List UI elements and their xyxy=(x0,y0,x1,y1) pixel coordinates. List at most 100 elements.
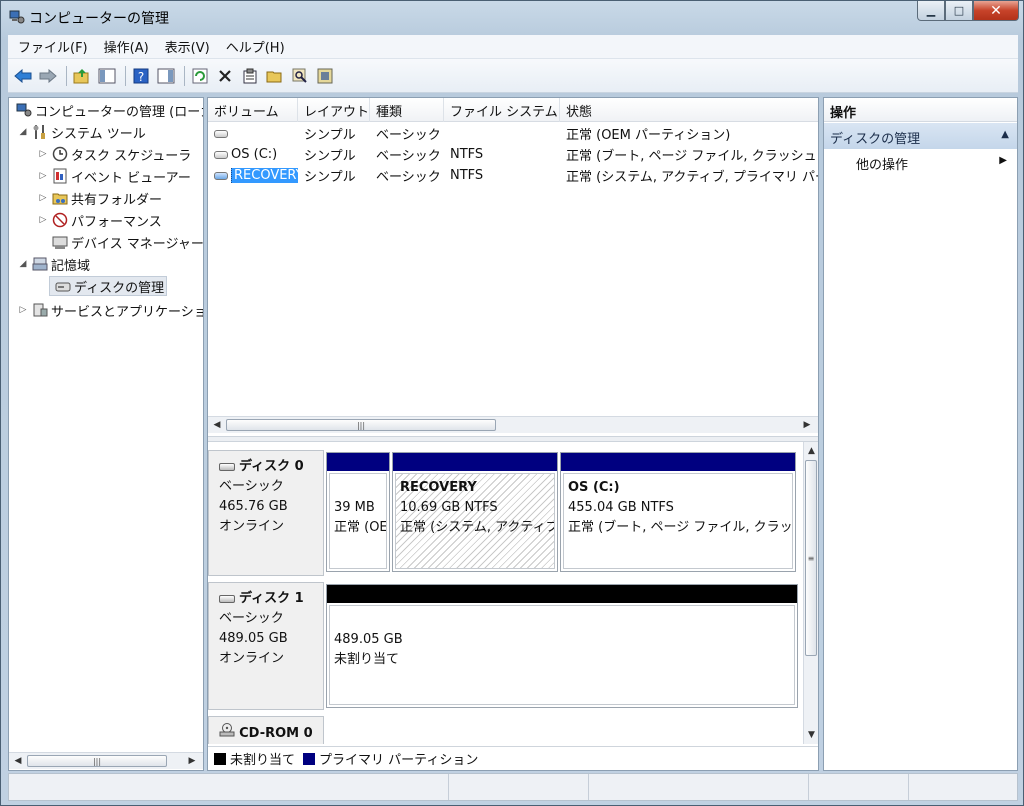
scroll-left-icon[interactable]: ◀ xyxy=(210,418,224,432)
menu-help[interactable]: ヘルプ(H) xyxy=(220,37,291,56)
expand-arrow-icon[interactable]: ▷ xyxy=(37,149,49,159)
volume-drive-icon xyxy=(214,129,228,138)
column-file-system[interactable]: ファイル システム xyxy=(444,98,560,122)
refresh-icon xyxy=(192,68,208,83)
graphical-view-vertical-scrollbar[interactable]: ▲ ≡ ▼ xyxy=(803,442,818,744)
volume-row-selected[interactable]: RECOVERY シンプル ベーシック NTFS 正常 (システム, アクティブ… xyxy=(208,165,818,186)
tree-item-system-tools[interactable]: ◢ システム ツール xyxy=(17,122,146,142)
column-status[interactable]: 状態 xyxy=(560,98,818,122)
tree-item-storage[interactable]: ◢ 記憶域 xyxy=(17,254,90,274)
partition-recovery[interactable]: RECOVERY 10.69 GB NTFS 正常 (システム, アクティブ xyxy=(392,452,558,572)
column-volume[interactable]: ボリューム xyxy=(208,98,298,122)
legend-primary-partition: プライマリ パーティション xyxy=(319,753,479,768)
collapse-arrow-icon[interactable]: ◢ xyxy=(17,259,29,269)
tree-item-task-scheduler[interactable]: ▷ タスク スケジューラ xyxy=(37,144,191,164)
scroll-right-icon[interactable]: ▶ xyxy=(800,418,814,432)
status-segment xyxy=(589,774,809,800)
close-icon: ✕ xyxy=(990,2,1002,19)
disk-management-pane: ボリューム レイアウト 種類 ファイル システム 状態 シンプル ベーシック 正… xyxy=(207,97,819,771)
volume-drive-icon xyxy=(214,171,228,180)
partition-title: OS (C:) xyxy=(568,480,620,495)
more-actions-label: 他の操作 xyxy=(856,158,909,173)
collapse-up-icon[interactable]: ▲ xyxy=(1001,129,1009,140)
tree-item-performance[interactable]: ▷ パフォーマンス xyxy=(37,210,162,230)
partition-body: 39 MB 正常 (OE xyxy=(329,473,387,569)
scroll-down-icon[interactable]: ▼ xyxy=(804,728,819,742)
settings-button[interactable] xyxy=(314,65,336,87)
title-bar[interactable]: コンピューターの管理 ▁ □ ✕ xyxy=(1,1,1023,33)
expand-arrow-icon[interactable]: ▷ xyxy=(37,171,49,181)
disk-icon xyxy=(219,594,235,603)
window-title: コンピューターの管理 xyxy=(29,11,169,27)
disk-state: オンライン xyxy=(219,519,285,534)
partition-oem[interactable]: 39 MB 正常 (OE xyxy=(326,452,390,572)
scrollbar-thumb[interactable]: ||| xyxy=(27,755,167,767)
menu-action[interactable]: 操作(A) xyxy=(98,37,155,56)
volume-row[interactable]: OS (C:) シンプル ベーシック NTFS 正常 (ブート, ページ ファイ… xyxy=(208,144,818,165)
partition-unallocated[interactable]: 489.05 GB 未割り当て xyxy=(326,584,798,708)
tree-item-event-viewer[interactable]: ▷ イベント ビューアー xyxy=(37,166,191,186)
computer-management-icon xyxy=(15,102,33,118)
menu-view[interactable]: 表示(V) xyxy=(159,37,216,56)
disk-size: 465.76 GB xyxy=(219,499,288,514)
help-button[interactable]: ? xyxy=(130,65,152,87)
search-button[interactable] xyxy=(289,65,311,87)
actions-section-disk-management[interactable]: ディスクの管理 ▲ xyxy=(824,123,1017,149)
disk-type: ベーシック xyxy=(219,611,284,626)
tree-item-device-manager[interactable]: デバイス マネージャー xyxy=(49,232,203,252)
actions-section-label: ディスクの管理 xyxy=(830,132,921,147)
more-actions-item[interactable]: 他の操作 ▶ xyxy=(824,150,1017,174)
status-segment xyxy=(9,774,449,800)
scroll-right-icon[interactable]: ▶ xyxy=(185,754,199,768)
volume-layout: シンプル xyxy=(304,128,356,143)
submenu-arrow-icon: ▶ xyxy=(999,155,1007,166)
partition-status: 正常 (システム, アクティブ xyxy=(400,520,555,535)
cdrom-0-info[interactable]: CD-ROM 0 xyxy=(208,716,324,744)
volume-list-horizontal-scrollbar[interactable]: ◀ ||| ▶ xyxy=(208,416,818,433)
column-layout[interactable]: レイアウト xyxy=(298,98,370,122)
tree-item-shared-folders[interactable]: ▷ 共有フォルダー xyxy=(37,188,162,208)
disk-0-row: ディスク 0 ベーシック 465.76 GB オンライン 39 MB 正常 (O… xyxy=(208,450,802,576)
show-hide-action-pane-button[interactable] xyxy=(155,65,177,87)
delete-button[interactable] xyxy=(214,65,236,87)
column-type[interactable]: 種類 xyxy=(370,98,444,122)
volume-row[interactable]: シンプル ベーシック 正常 (OEM パーティション) xyxy=(208,123,818,144)
partition-color-bar xyxy=(327,585,797,603)
minimize-button[interactable]: ▁ xyxy=(917,1,945,21)
close-button[interactable]: ✕ xyxy=(973,1,1019,21)
scroll-up-icon[interactable]: ▲ xyxy=(804,444,819,458)
delete-x-icon xyxy=(219,69,231,82)
partition-os-c[interactable]: OS (C:) 455.04 GB NTFS 正常 (ブート, ページ ファイル… xyxy=(560,452,796,572)
forward-button[interactable] xyxy=(37,65,59,87)
show-hide-tree-button[interactable] xyxy=(96,65,118,87)
expand-arrow-icon[interactable]: ▷ xyxy=(17,305,29,315)
up-level-button[interactable] xyxy=(71,65,93,87)
back-button[interactable] xyxy=(12,65,34,87)
tree-item-services-applications[interactable]: ▷ サービスとアプリケーショ xyxy=(17,300,203,320)
menu-file[interactable]: ファイル(F) xyxy=(12,37,94,56)
toolbar: ? xyxy=(8,59,1018,93)
window-controls: ▁ □ ✕ xyxy=(917,1,1019,21)
open-button[interactable] xyxy=(264,65,286,87)
tree-label: イベント ビューアー xyxy=(71,170,191,186)
collapse-arrow-icon[interactable]: ◢ xyxy=(17,127,29,137)
properties-icon xyxy=(243,68,257,83)
tree-item-computer-management[interactable]: コンピューターの管理 (ローカ xyxy=(13,100,203,120)
expand-arrow-icon[interactable]: ▷ xyxy=(37,215,49,225)
tools-icon xyxy=(31,124,49,140)
tree-horizontal-scrollbar[interactable]: ◀ ||| ▶ xyxy=(9,752,203,769)
disk-1-info[interactable]: ディスク 1 ベーシック 489.05 GB オンライン xyxy=(208,582,324,710)
disk-icon xyxy=(219,462,235,471)
tree-label: ディスクの管理 xyxy=(74,280,165,296)
tree-label: タスク スケジューラ xyxy=(71,148,192,164)
disk-0-info[interactable]: ディスク 0 ベーシック 465.76 GB オンライン xyxy=(208,450,324,576)
maximize-button[interactable]: □ xyxy=(945,1,973,21)
scrollbar-thumb[interactable]: ≡ xyxy=(805,460,817,656)
scroll-left-icon[interactable]: ◀ xyxy=(11,754,25,768)
scrollbar-thumb[interactable]: ||| xyxy=(226,419,496,431)
partition-body: OS (C:) 455.04 GB NTFS 正常 (ブート, ページ ファイル… xyxy=(563,473,793,569)
refresh-button[interactable] xyxy=(189,65,211,87)
properties-button[interactable] xyxy=(239,65,261,87)
tree-item-disk-management[interactable]: ディスクの管理 xyxy=(49,276,168,296)
expand-arrow-icon[interactable]: ▷ xyxy=(37,193,49,203)
